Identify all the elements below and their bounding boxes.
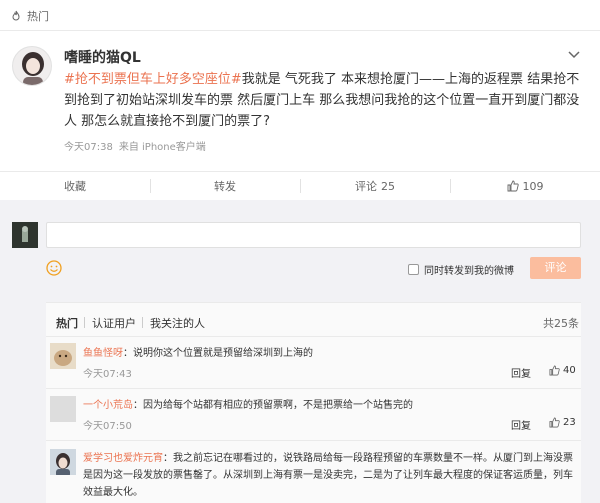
topic-link[interactable]: #抢不到票但车上好多空座位# bbox=[64, 72, 242, 87]
thumbs-up-icon bbox=[549, 365, 560, 376]
comment-divider bbox=[46, 440, 581, 441]
comment-panel: 同时转发到我的微博 评论 热门 认证用户 我关注的人 共25条 鱼鱼怪呀：说明你… bbox=[0, 208, 600, 503]
header-divider bbox=[0, 30, 600, 31]
comment-author[interactable]: 一个小荒岛 bbox=[83, 400, 133, 411]
checkbox-box[interactable] bbox=[408, 264, 419, 275]
comment-like-count: 23 bbox=[563, 417, 576, 428]
action-bar: 收藏 转发 评论 25 109 bbox=[0, 172, 600, 200]
comment-body: ：因为给每个站都有相应的预留票啊，不是把票给一个站售完的 bbox=[133, 400, 413, 411]
comment-list: 热门 认证用户 我关注的人 共25条 鱼鱼怪呀：说明你这个位置就是预留给深圳到上… bbox=[46, 302, 581, 503]
like-count: 109 bbox=[522, 179, 544, 193]
thumbs-up-icon bbox=[507, 180, 519, 192]
my-avatar[interactable] bbox=[12, 222, 38, 248]
comment-avatar[interactable] bbox=[50, 343, 76, 369]
comment-like-button[interactable]: 23 bbox=[549, 417, 576, 428]
repost-button[interactable]: 转发 bbox=[150, 172, 300, 200]
post-card: 热门 嗜睡的猫QL #抢不到票但车上好多空座位#我就是 气死我了 本来想抢厦门—… bbox=[0, 0, 600, 200]
hot-header-label: 热门 bbox=[27, 10, 49, 23]
post-meta: 今天07:38 来自 iPhone客户端 bbox=[64, 138, 206, 153]
reply-button[interactable]: 回复 bbox=[511, 417, 531, 432]
comment-time: 今天07:43 bbox=[83, 369, 132, 380]
my-avatar-image bbox=[12, 222, 38, 248]
comment-total: 共25条 bbox=[543, 317, 579, 330]
comment-count: 25 bbox=[381, 179, 395, 193]
tab-hot[interactable]: 热门 bbox=[56, 315, 78, 331]
tab-followed[interactable]: 我关注的人 bbox=[142, 315, 205, 331]
emoji-icon[interactable] bbox=[46, 260, 62, 276]
comment-author[interactable]: 鱼鱼怪呀 bbox=[83, 348, 123, 359]
comment-avatar[interactable] bbox=[50, 396, 76, 422]
comment-avatar-image bbox=[50, 343, 76, 369]
repost-label: 转发 bbox=[214, 180, 236, 193]
favorite-button[interactable]: 收藏 bbox=[0, 172, 150, 200]
comment-like-count: 40 bbox=[563, 365, 576, 376]
comment-text: 爱学习也爱炸元宵：我之前忘记在哪看过的，说铁路局给每一段路程预留的车票数量不一样… bbox=[83, 450, 577, 501]
post-text: #抢不到票但车上好多空座位#我就是 气死我了 本来想抢厦门——上海的返程票 结果… bbox=[64, 69, 584, 132]
comment-text: 一个小荒岛：因为给每个站都有相应的预留票啊，不是把票给一个站售完的 bbox=[83, 397, 577, 414]
avatar[interactable] bbox=[12, 46, 52, 86]
comment-like-button[interactable]: 40 bbox=[549, 365, 576, 376]
username[interactable]: 嗜睡的猫QL bbox=[64, 47, 141, 67]
reply-button[interactable]: 回复 bbox=[511, 365, 531, 380]
fire-icon bbox=[12, 10, 20, 21]
comment-divider bbox=[46, 388, 581, 389]
submit-comment-button[interactable]: 评论 bbox=[530, 257, 581, 279]
tabs-divider bbox=[46, 336, 581, 337]
forward-checkbox[interactable]: 同时转发到我的微博 bbox=[408, 262, 514, 277]
avatar-image bbox=[13, 47, 51, 85]
thumbs-up-icon bbox=[549, 417, 560, 428]
comment-author[interactable]: 爱学习也爱炸元宵 bbox=[83, 453, 163, 464]
post-time[interactable]: 今天07:38 bbox=[64, 142, 113, 153]
favorite-label: 收藏 bbox=[64, 180, 86, 193]
tab-verified[interactable]: 认证用户 bbox=[84, 315, 136, 331]
comment-time: 今天07:50 bbox=[83, 421, 132, 432]
comment-button[interactable]: 评论 25 bbox=[300, 172, 450, 200]
like-button[interactable]: 109 bbox=[450, 172, 600, 200]
hot-header: 热门 bbox=[10, 8, 49, 24]
comment-text: 鱼鱼怪呀：说明你这个位置就是预留给深圳到上海的 bbox=[83, 345, 577, 362]
chevron-down-icon[interactable] bbox=[567, 50, 581, 60]
forward-label: 同时转发到我的微博 bbox=[424, 266, 514, 277]
comment-tabs: 热门 认证用户 我关注的人 bbox=[56, 315, 219, 331]
post-source: 来自 iPhone客户端 bbox=[118, 142, 206, 153]
comment-body: ：说明你这个位置就是预留给深圳到上海的 bbox=[123, 348, 313, 359]
comment-input[interactable] bbox=[46, 222, 581, 248]
comment-avatar-image bbox=[50, 449, 76, 475]
comment-avatar-image bbox=[50, 396, 76, 422]
comment-label: 评论 bbox=[355, 180, 377, 193]
comment-avatar[interactable] bbox=[50, 449, 76, 475]
